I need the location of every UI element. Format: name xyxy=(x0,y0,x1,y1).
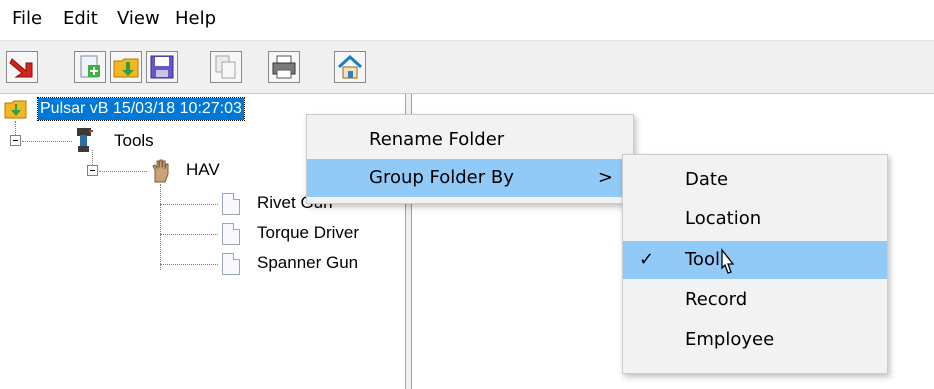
collapse-toggle-hav[interactable] xyxy=(87,165,98,176)
menu-help[interactable]: Help xyxy=(175,8,216,30)
submenu-item-label: Record xyxy=(685,289,748,310)
toolbar xyxy=(0,40,934,94)
menu-file[interactable]: File xyxy=(12,8,42,30)
group-by-submenu: Date Location ✓ Tool Record Employee xyxy=(622,154,888,374)
save-icon xyxy=(150,55,174,79)
tree-connector xyxy=(22,141,72,142)
submenu-item-label: Date xyxy=(685,169,729,190)
tree-connector xyxy=(160,264,218,265)
tree-node-spanner-gun[interactable]: Spanner Gun xyxy=(257,253,358,273)
mouse-cursor-icon xyxy=(721,248,735,274)
submenu-item-location[interactable]: Location xyxy=(623,200,887,238)
menu-item-label: Group Folder By xyxy=(369,167,514,188)
menu-item-group-folder-by[interactable]: Group Folder By > xyxy=(307,159,633,197)
open-folder-button[interactable] xyxy=(110,51,142,83)
open-folder-icon xyxy=(113,58,139,78)
tree-connector xyxy=(92,150,93,165)
submenu-item-date[interactable]: Date xyxy=(623,161,887,199)
exit-button[interactable] xyxy=(6,51,38,83)
home-icon xyxy=(337,54,363,79)
document-icon xyxy=(222,223,240,245)
submenu-item-record[interactable]: Record xyxy=(623,281,887,319)
menu-edit[interactable]: Edit xyxy=(63,8,98,30)
copy-icon xyxy=(215,55,236,79)
hand-icon xyxy=(152,159,169,183)
tree-connector xyxy=(160,234,218,235)
folder-download-icon xyxy=(4,100,27,119)
submenu-item-tool[interactable]: ✓ Tool xyxy=(623,241,887,279)
home-button[interactable] xyxy=(334,51,366,83)
menu-item-rename-folder[interactable]: Rename Folder xyxy=(307,121,633,159)
print-button[interactable] xyxy=(268,51,300,83)
drill-icon xyxy=(77,128,93,152)
tree-node-tools[interactable]: Tools xyxy=(114,131,154,151)
tree-connector xyxy=(15,121,16,135)
context-menu: Rename Folder Group Folder By > xyxy=(306,114,634,204)
submenu-item-label: Employee xyxy=(685,329,775,350)
tree-node-hav[interactable]: HAV xyxy=(186,160,220,180)
tree-root[interactable]: Pulsar vB 15/03/18 10:27:03 xyxy=(37,97,245,121)
exit-icon xyxy=(9,58,33,78)
menu-view[interactable]: View xyxy=(117,8,160,30)
collapse-toggle-tools[interactable] xyxy=(10,135,21,146)
menu-item-label: Rename Folder xyxy=(369,129,505,150)
submenu-item-employee[interactable]: Employee xyxy=(623,321,887,359)
submenu-arrow-icon: > xyxy=(597,167,613,188)
copy-button[interactable] xyxy=(210,51,242,83)
tree-connector xyxy=(99,171,147,172)
document-icon xyxy=(222,193,240,215)
save-button[interactable] xyxy=(146,51,178,83)
document-icon xyxy=(222,253,240,275)
tree-connector xyxy=(160,204,218,205)
checkmark-icon: ✓ xyxy=(639,249,655,270)
tree-root-label: Pulsar vB 15/03/18 10:27:03 xyxy=(37,97,245,121)
tree-node-torque-driver[interactable]: Torque Driver xyxy=(257,223,359,243)
submenu-item-label: Location xyxy=(685,208,762,229)
tree-connector xyxy=(160,184,161,270)
print-icon xyxy=(272,55,296,79)
menu-bar: File Edit View Help xyxy=(0,0,934,40)
new-document-button[interactable] xyxy=(74,51,106,83)
new-document-icon xyxy=(80,55,100,78)
submenu-item-label: Tool xyxy=(685,249,720,270)
